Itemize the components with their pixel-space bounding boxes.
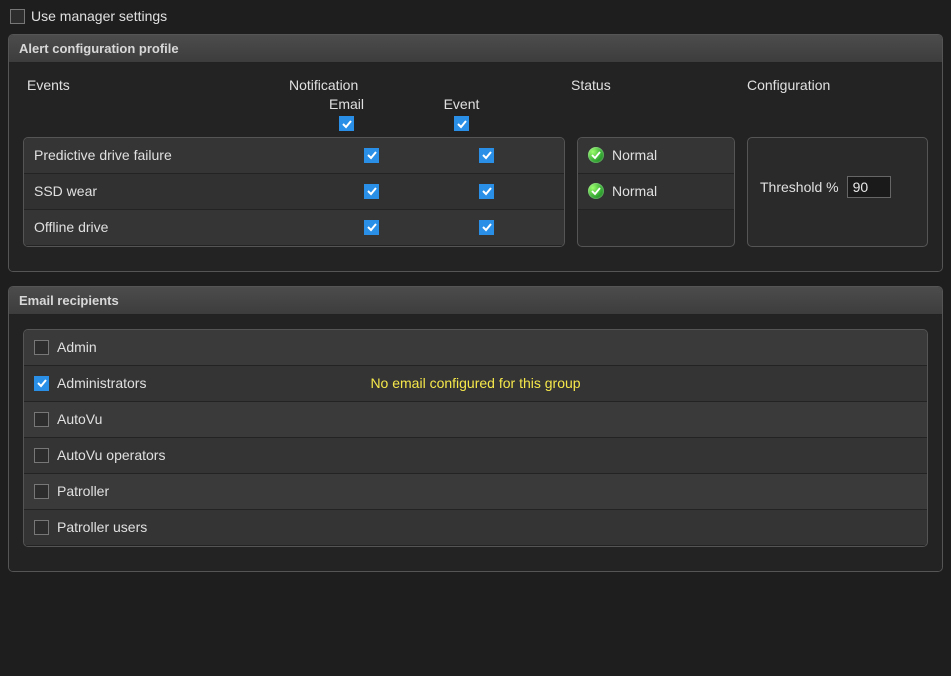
recipient-label: AutoVu [57, 411, 102, 427]
row-event-checkbox[interactable] [479, 184, 494, 199]
recipient-label: AutoVu operators [57, 447, 165, 463]
recipient-row: Administrators No email configured for th… [24, 366, 927, 402]
status-ok-icon [588, 183, 604, 199]
recipient-label: Patroller [57, 483, 109, 499]
events-table: Predictive drive failure SSD wear Offline … [23, 137, 565, 247]
status-text: Normal [612, 147, 657, 163]
event-row: Offline drive [24, 210, 564, 246]
recipient-label: Administrators [57, 375, 146, 391]
recipient-checkbox[interactable] [34, 520, 49, 535]
alert-panel-title: Alert configuration profile [9, 35, 942, 63]
recipient-checkbox[interactable] [34, 376, 49, 391]
recipient-row: Patroller users [24, 510, 927, 546]
use-manager-settings-checkbox[interactable] [10, 9, 25, 24]
recipient-row: Patroller [24, 474, 927, 510]
row-email-checkbox[interactable] [364, 184, 379, 199]
recipient-row: AutoVu [24, 402, 927, 438]
column-events: Events [27, 77, 289, 93]
configuration-box: Threshold % [747, 137, 928, 247]
subcolumn-email: Email [289, 96, 404, 112]
email-recipients-panel: Email recipients Admin Administrators No e… [8, 286, 943, 572]
row-email-checkbox[interactable] [364, 148, 379, 163]
status-table: Normal Normal [577, 137, 735, 247]
column-notification: Notification [289, 77, 571, 93]
email-panel-title: Email recipients [9, 287, 942, 315]
row-email-checkbox[interactable] [364, 220, 379, 235]
recipients-list: Admin Administrators No email configured f… [23, 329, 928, 547]
recipient-checkbox[interactable] [34, 412, 49, 427]
header-email-checkbox[interactable] [339, 116, 354, 131]
recipient-label: Patroller users [57, 519, 147, 535]
use-manager-settings-label: Use manager settings [31, 8, 167, 24]
row-event-checkbox[interactable] [479, 220, 494, 235]
row-event-checkbox[interactable] [479, 148, 494, 163]
subcolumn-event: Event [404, 96, 519, 112]
alert-configuration-panel: Alert configuration profile Events Notif… [8, 34, 943, 272]
status-ok-icon [588, 147, 604, 163]
status-row: Normal [578, 174, 734, 210]
header-event-checkbox[interactable] [454, 116, 469, 131]
recipient-checkbox[interactable] [34, 448, 49, 463]
event-row: SSD wear [24, 174, 564, 210]
event-row: Predictive drive failure [24, 138, 564, 174]
recipient-row: AutoVu operators [24, 438, 927, 474]
recipient-checkbox[interactable] [34, 484, 49, 499]
column-configuration: Configuration [747, 77, 924, 93]
event-label: SSD wear [34, 183, 314, 199]
recipient-row: Admin [24, 330, 927, 366]
event-label: Offline drive [34, 219, 314, 235]
threshold-label: Threshold % [760, 179, 839, 195]
column-status: Status [571, 77, 747, 93]
threshold-input[interactable] [847, 176, 891, 198]
recipient-warning: No email configured for this group [370, 375, 580, 391]
recipient-label: Admin [57, 339, 97, 355]
recipient-checkbox[interactable] [34, 340, 49, 355]
status-row: Normal [578, 138, 734, 174]
status-text: Normal [612, 183, 657, 199]
event-label: Predictive drive failure [34, 147, 314, 163]
